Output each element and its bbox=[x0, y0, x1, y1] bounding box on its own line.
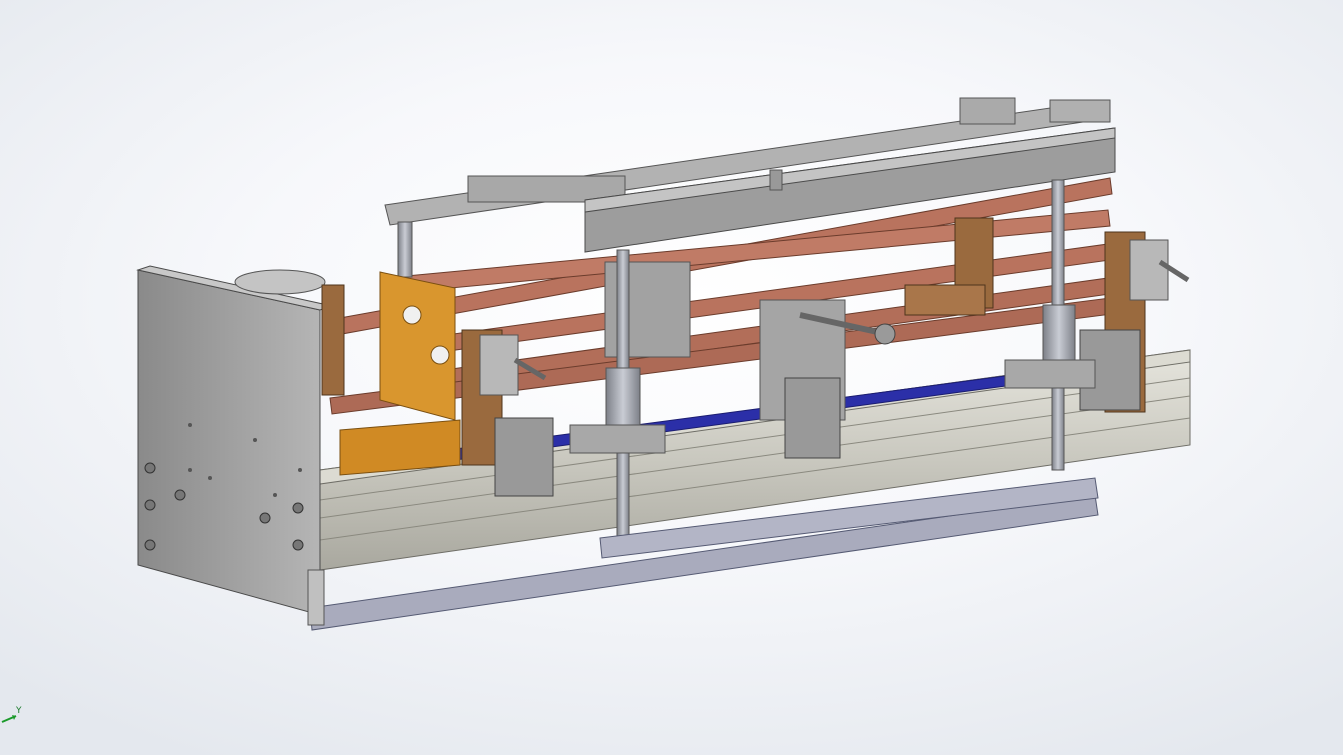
coordinate-triad: Y bbox=[0, 706, 30, 726]
wooden-fixture[interactable] bbox=[321, 271, 461, 476]
coordinate-triad-icon bbox=[1, 715, 17, 723]
graphics-viewport[interactable]: Y bbox=[0, 0, 1343, 755]
base-plate[interactable] bbox=[136, 265, 334, 616]
cad-assembly[interactable] bbox=[0, 0, 1343, 755]
triad-y-label: Y bbox=[16, 706, 22, 716]
